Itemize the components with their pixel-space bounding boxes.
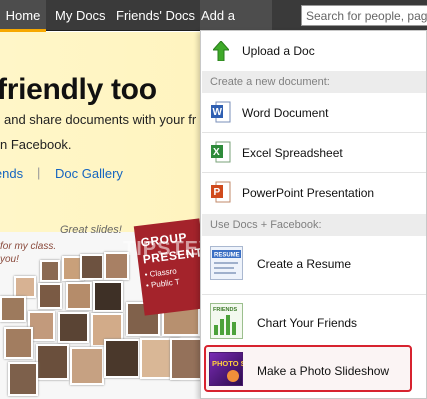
doc-gallery-link[interactable]: Doc Gallery <box>55 166 123 181</box>
profile-photo <box>14 276 36 298</box>
profile-photo <box>66 282 92 310</box>
word-doc-icon: W <box>211 101 231 123</box>
svg-text:X: X <box>213 147 220 158</box>
menu-item-word-document[interactable]: W Word Document <box>201 93 426 133</box>
svg-text:P: P <box>214 187 221 198</box>
excel-sheet-icon: X <box>211 141 231 163</box>
chart-icon-text: FRIENDS <box>213 307 237 313</box>
photo-slideshow-icon: PHOTO SHOW <box>209 352 243 386</box>
nav-home[interactable]: Home <box>0 0 46 31</box>
profile-photo <box>104 339 140 378</box>
profile-photo <box>80 254 104 280</box>
group-presentation-poster: GROUP PRESENT • Classro • Public T <box>133 218 211 316</box>
resume-icon: RESUME <box>210 246 243 280</box>
powerpoint-icon: P <box>211 181 231 203</box>
menu-item-excel-spreadsheet[interactable]: X Excel Spreadsheet <box>201 133 426 173</box>
profile-photo <box>36 344 69 380</box>
svg-text:W: W <box>213 107 223 118</box>
menu-item-powerpoint-presentation[interactable]: P PowerPoint Presentation <box>201 173 426 213</box>
friends-chart-icon: FRIENDS <box>210 303 243 339</box>
profile-photo <box>70 347 104 385</box>
menu-item-slideshow-label: Make a Photo Slideshow <box>257 364 390 378</box>
page-headline: friendly too <box>0 73 157 106</box>
upload-arrow-icon <box>213 41 229 61</box>
friends-link[interactable]: iends <box>0 166 23 181</box>
profile-photo <box>0 296 26 322</box>
menu-item-chart-friends[interactable]: FRIENDS Chart Your Friends <box>201 295 426 347</box>
menu-item-create-resume[interactable]: RESUME Create a Resume <box>201 236 426 288</box>
search-input[interactable] <box>301 5 427 26</box>
profile-photo <box>40 260 60 282</box>
menu-item-upload-doc[interactable]: Upload a Doc <box>201 31 426 71</box>
resume-icon-text: RESUME <box>214 253 240 259</box>
menu-item-chart-label: Chart Your Friends <box>257 316 358 330</box>
intro-text-line1: and share documents with your fr <box>4 112 197 127</box>
menu-item-word-label: Word Document <box>242 106 329 120</box>
link-separator: | <box>37 165 41 180</box>
collage-caption: Great slides! <box>60 224 122 236</box>
collage-quote-line2: you! <box>0 254 19 265</box>
profile-photo <box>93 281 123 312</box>
profile-photo <box>58 312 89 343</box>
top-nav-bar: Home My Docs Friends' Docs Add a Doc▼ <box>0 0 427 54</box>
slideshow-icon-text: PHOTO SHOW <box>212 359 243 368</box>
section-header-facebook: Use Docs + Facebook: <box>202 214 426 236</box>
nav-add-a-doc[interactable]: Add a Doc▼ <box>200 0 272 54</box>
menu-item-powerpoint-label: PowerPoint Presentation <box>242 186 375 200</box>
nav-my-docs[interactable]: My Docs <box>55 0 106 31</box>
profile-photo <box>38 283 62 309</box>
profile-photo <box>4 327 33 359</box>
intro-text-line2: n Facebook. <box>0 137 72 152</box>
collage-quote-line1: for my class. <box>0 241 57 252</box>
menu-item-excel-label: Excel Spreadsheet <box>242 146 343 160</box>
menu-item-resume-label: Create a Resume <box>257 257 352 271</box>
section-header-create: Create a new document: <box>202 71 426 93</box>
add-doc-dropdown-menu: Upload a Doc Create a new document: W Wo… <box>200 30 427 399</box>
profile-photo <box>8 362 38 396</box>
nav-friends-docs[interactable]: Friends' Docs <box>116 0 195 31</box>
menu-item-upload-label: Upload a Doc <box>242 44 315 58</box>
menu-item-photo-slideshow[interactable]: PHOTO SHOW Make a Photo Slideshow <box>204 345 412 392</box>
